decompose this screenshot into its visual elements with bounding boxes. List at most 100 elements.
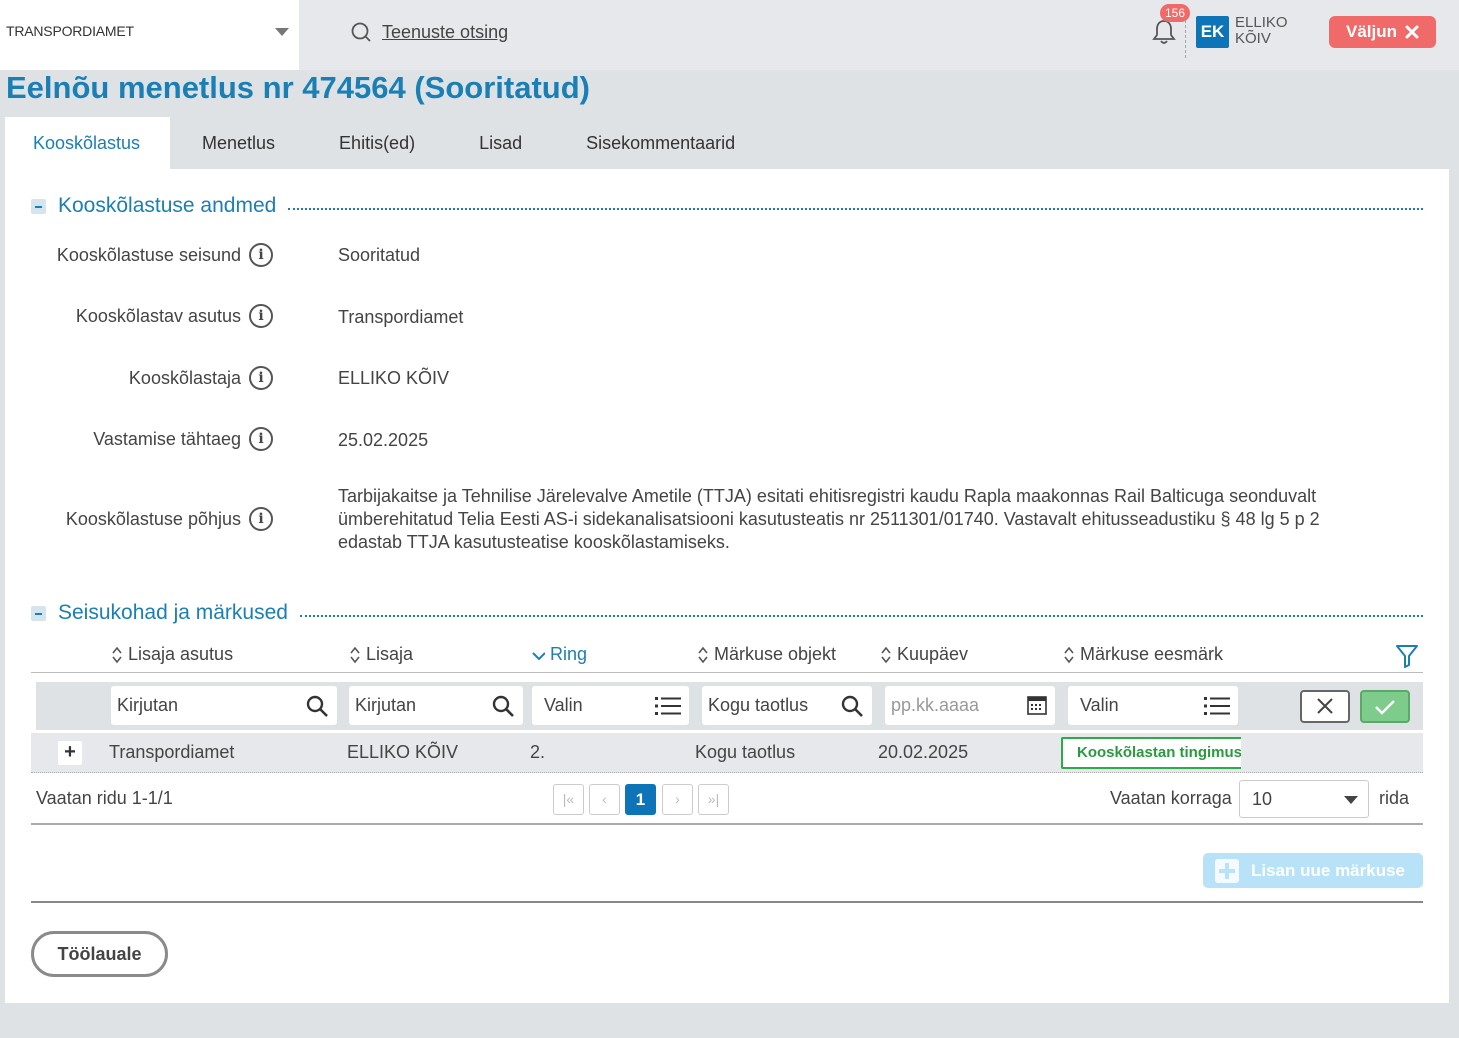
user-first-name: ELLIKO: [1235, 14, 1288, 31]
column-header-objekt[interactable]: Märkuse objekt: [697, 644, 836, 665]
page-1-button[interactable]: 1: [625, 784, 656, 815]
field-value-kooskolastaja: ELLIKO KÕIV: [338, 368, 450, 388]
tab-menetlus[interactable]: Menetlus: [170, 117, 307, 169]
search-icon: [306, 695, 328, 717]
field-label-pohjus: Kooskõlastuse põhjus i: [66, 507, 273, 531]
per-page-label: Vaatan korraga: [1110, 788, 1232, 808]
next-page-button[interactable]: ›: [662, 784, 693, 815]
calendar-icon: [1027, 696, 1047, 715]
add-note-button[interactable]: Lisan uue märkuse: [1203, 853, 1423, 888]
apply-filters-button[interactable]: [1360, 690, 1410, 723]
tab-ehitised[interactable]: Ehitis(ed): [307, 117, 447, 169]
label-text: Kooskõlastuse seisund: [56, 244, 241, 265]
info-icon[interactable]: i: [249, 366, 273, 390]
filter-lisaja-input[interactable]: Kirjutan: [349, 686, 523, 725]
filter-placeholder: pp.kk.aaaa: [891, 695, 980, 715]
filter-kuupaev-input[interactable]: pp.kk.aaaa: [885, 686, 1055, 725]
filter-placeholder: Valin: [1080, 695, 1119, 715]
label-text: Kooskõlastuse põhjus: [65, 508, 241, 529]
back-to-dashboard-button[interactable]: Töölauale: [31, 931, 168, 977]
field-label-tahtaeg: Vastamise tähtaeg i: [93, 427, 273, 451]
add-note-label: Lisan uue märkuse: [1251, 860, 1406, 880]
top-bar: TRANSPORDIAMET Teenuste otsing 156 EK EL…: [0, 0, 1459, 70]
user-last-name: KÕIV: [1235, 30, 1271, 47]
avatar[interactable]: EK: [1196, 16, 1229, 48]
cell-kuupaev: 20.02.2025: [878, 742, 969, 762]
info-icon[interactable]: i: [249, 507, 273, 531]
sort-icon: [1064, 646, 1074, 663]
tab-sisekommentaarid[interactable]: Sisekommentaarid: [554, 117, 767, 169]
label-text: Kooskõlastaja: [128, 367, 241, 388]
field-value-pohjus: Tarbijakaitse ja Tehnilise Järelevalve A…: [338, 486, 1320, 552]
field-label-asutus: Kooskõlastav asutus i: [76, 304, 273, 328]
collapse-icon[interactable]: [31, 198, 46, 214]
plus-icon: [1215, 858, 1239, 883]
filter-ring-select[interactable]: Valin: [532, 686, 689, 725]
collapse-icon[interactable]: [31, 605, 46, 621]
column-header-asutus[interactable]: Lisaja asutus: [111, 644, 233, 665]
section-title: Seisukohad ja märkused: [58, 601, 288, 624]
filter-placeholder: Valin: [544, 695, 583, 715]
user-name[interactable]: ELLIKO KÕIV: [1235, 15, 1288, 47]
filter-row: Kirjutan Kirjutan Valin Kogu taotlus pp.…: [36, 682, 1423, 730]
filter-placeholder: Kirjutan: [355, 695, 417, 715]
label-text: Vastamise tähtaeg: [93, 428, 241, 449]
cell-ring: 2.: [530, 742, 546, 762]
column-header-kuupaev[interactable]: Kuupäev: [880, 644, 968, 665]
section-header-seisukohad: Seisukohad ja märkused: [31, 600, 1423, 626]
filter-placeholder: Kirjutan: [117, 695, 179, 715]
section-header-kooskolastuse-andmed: Kooskõlastuse andmed: [31, 193, 1423, 219]
per-page-select[interactable]: 10: [1239, 780, 1369, 818]
rows-suffix: rida: [1379, 788, 1410, 808]
info-icon[interactable]: i: [249, 304, 273, 328]
tab-lisad[interactable]: Lisad: [447, 117, 554, 169]
clear-filters-button[interactable]: [1300, 690, 1350, 723]
field-value-seisund: Sooritatud: [338, 245, 421, 265]
filter-eesmark-select[interactable]: Valin: [1068, 686, 1238, 725]
cell-asutus: Transpordiamet: [109, 742, 235, 762]
field-label-kooskolastaja: Kooskõlastaja i: [129, 366, 273, 390]
sort-icon: [350, 646, 360, 663]
sort-icon: [112, 646, 122, 663]
service-search-link[interactable]: Teenuste otsing: [350, 20, 508, 44]
filter-objekt-input[interactable]: Kogu taotlus: [702, 686, 872, 725]
tab-bar: Kooskõlastus Menetlus Ehitis(ed) Lisad S…: [5, 117, 767, 169]
info-icon[interactable]: i: [249, 427, 273, 451]
first-page-button[interactable]: |«: [553, 784, 584, 815]
column-label: Ring: [550, 644, 588, 664]
bell-icon[interactable]: [1151, 18, 1177, 46]
filter-asutus-input[interactable]: Kirjutan: [111, 686, 337, 725]
filter-icon[interactable]: [1395, 643, 1419, 669]
search-icon: [841, 695, 863, 717]
field-value-asutus: Transpordiamet: [338, 307, 464, 327]
section-divider: [288, 208, 1423, 210]
sort-icon: [698, 646, 708, 663]
column-label: Lisaja asutus: [128, 644, 234, 664]
column-header-lisaja[interactable]: Lisaja: [349, 644, 413, 665]
info-icon[interactable]: i: [249, 243, 273, 267]
column-label: Märkuse objekt: [714, 644, 837, 664]
column-label: Märkuse eesmärk: [1080, 644, 1224, 664]
previous-page-button[interactable]: ‹: [589, 784, 620, 815]
checkmark-icon: [1375, 700, 1395, 715]
field-label-seisund: Kooskõlastuse seisund i: [57, 243, 273, 267]
cell-objekt: Kogu taotlus: [695, 742, 796, 762]
close-icon: [1405, 25, 1419, 39]
organization-select[interactable]: TRANSPORDIAMET: [0, 0, 299, 70]
column-header-eesmark[interactable]: Märkuse eesmärk: [1063, 644, 1223, 665]
last-page-button[interactable]: »|: [698, 784, 729, 815]
per-page-value: 10: [1252, 789, 1273, 809]
logout-button[interactable]: Väljun: [1329, 16, 1436, 48]
main-panel: Kooskõlastuse andmed Kooskõlastuse seisu…: [5, 169, 1449, 1003]
column-label: Kuupäev: [897, 644, 969, 664]
expand-row-button[interactable]: +: [58, 741, 82, 765]
label-text: Kooskõlastav asutus: [75, 305, 241, 326]
table-row[interactable]: + Transpordiamet ELLIKO KÕIV 2. Kogu tao…: [31, 733, 1423, 773]
pagination-bar: Vaatan ridu 1-1/1 |« ‹ 1 › »| Vaatan kor…: [31, 773, 1423, 825]
page-title: Eelnõu menetlus nr 474564 (Sooritatud): [6, 70, 590, 105]
tab-kooskolastus[interactable]: Kooskõlastus: [5, 117, 170, 169]
service-search-label: Teenuste otsing: [382, 21, 509, 42]
section-title: Kooskõlastuse andmed: [58, 194, 277, 217]
header-divider: [1185, 20, 1186, 58]
column-header-ring[interactable]: Ring: [531, 644, 587, 665]
